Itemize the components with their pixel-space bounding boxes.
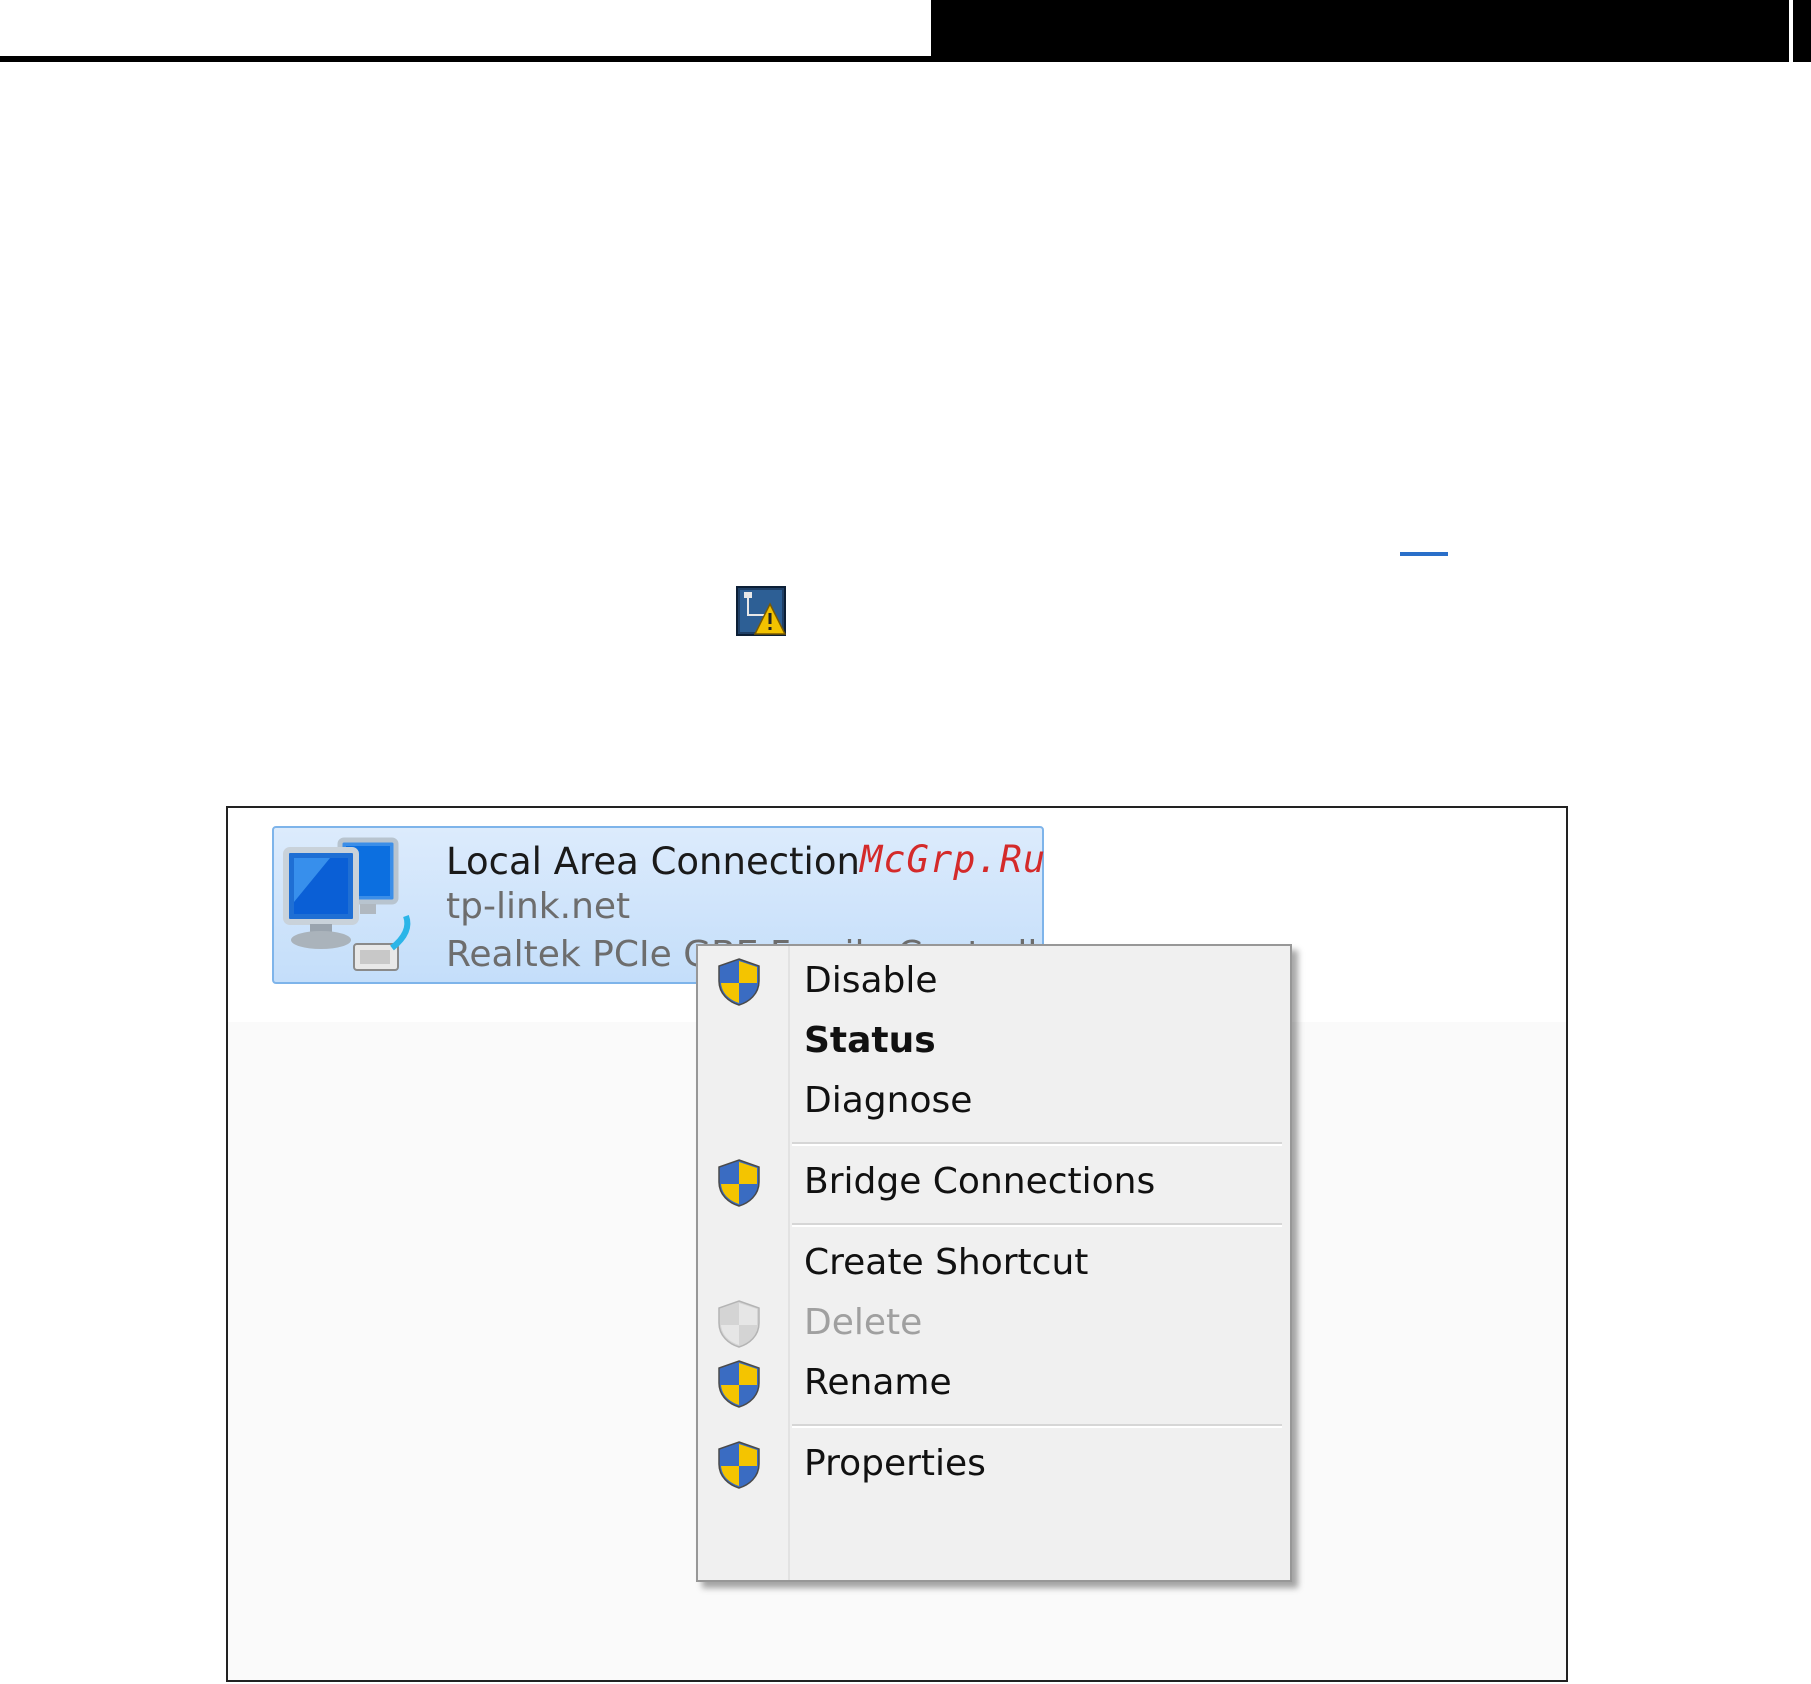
link-underline: [1400, 552, 1448, 556]
header-bar-right: [931, 0, 1811, 62]
menu-item-label: Delete: [804, 1302, 923, 1343]
menu-item-label: Status: [804, 1020, 936, 1061]
menu-item-label: Properties: [804, 1443, 986, 1484]
menu-separator: [792, 1223, 1282, 1227]
uac-shield-icon: [718, 1441, 760, 1489]
context-menu: Disable Status Diagnose Bridge Connectio…: [696, 944, 1292, 1582]
menu-item-label: Create Shortcut: [804, 1242, 1089, 1283]
uac-shield-icon-disabled: [718, 1300, 760, 1348]
menu-item-rename[interactable]: Rename: [698, 1352, 1290, 1412]
uac-shield-icon: [718, 1159, 760, 1207]
menu-item-disable[interactable]: Disable: [698, 950, 1290, 1010]
menu-item-status[interactable]: Status: [698, 1010, 1290, 1070]
menu-item-label: Diagnose: [804, 1080, 973, 1121]
menu-separator: [792, 1424, 1282, 1428]
connection-name: Local Area Connection: [446, 840, 860, 883]
watermark: McGrp.Ru: [860, 838, 1047, 881]
uac-shield-icon: [718, 958, 760, 1006]
menu-item-label: Rename: [804, 1362, 952, 1403]
header-notch: [1789, 0, 1793, 62]
menu-item-bridge-connections[interactable]: Bridge Connections: [698, 1151, 1290, 1211]
menu-item-delete[interactable]: Delete: [698, 1292, 1290, 1352]
connection-network: tp-link.net: [446, 886, 631, 927]
menu-item-create-shortcut[interactable]: Create Shortcut: [698, 1232, 1290, 1292]
network-warning-icon: [736, 586, 786, 636]
menu-separator: [792, 1142, 1282, 1146]
menu-item-diagnose[interactable]: Diagnose: [698, 1070, 1290, 1130]
menu-item-label: Bridge Connections: [804, 1161, 1156, 1202]
menu-item-label: Disable: [804, 960, 938, 1001]
uac-shield-icon: [718, 1360, 760, 1408]
menu-item-properties[interactable]: Properties: [698, 1433, 1290, 1493]
network-computers-icon: [283, 837, 411, 971]
header-bar-left: [0, 0, 931, 62]
screenshot-frame: Local Area Connection tp-link.net Realte…: [226, 806, 1568, 1682]
